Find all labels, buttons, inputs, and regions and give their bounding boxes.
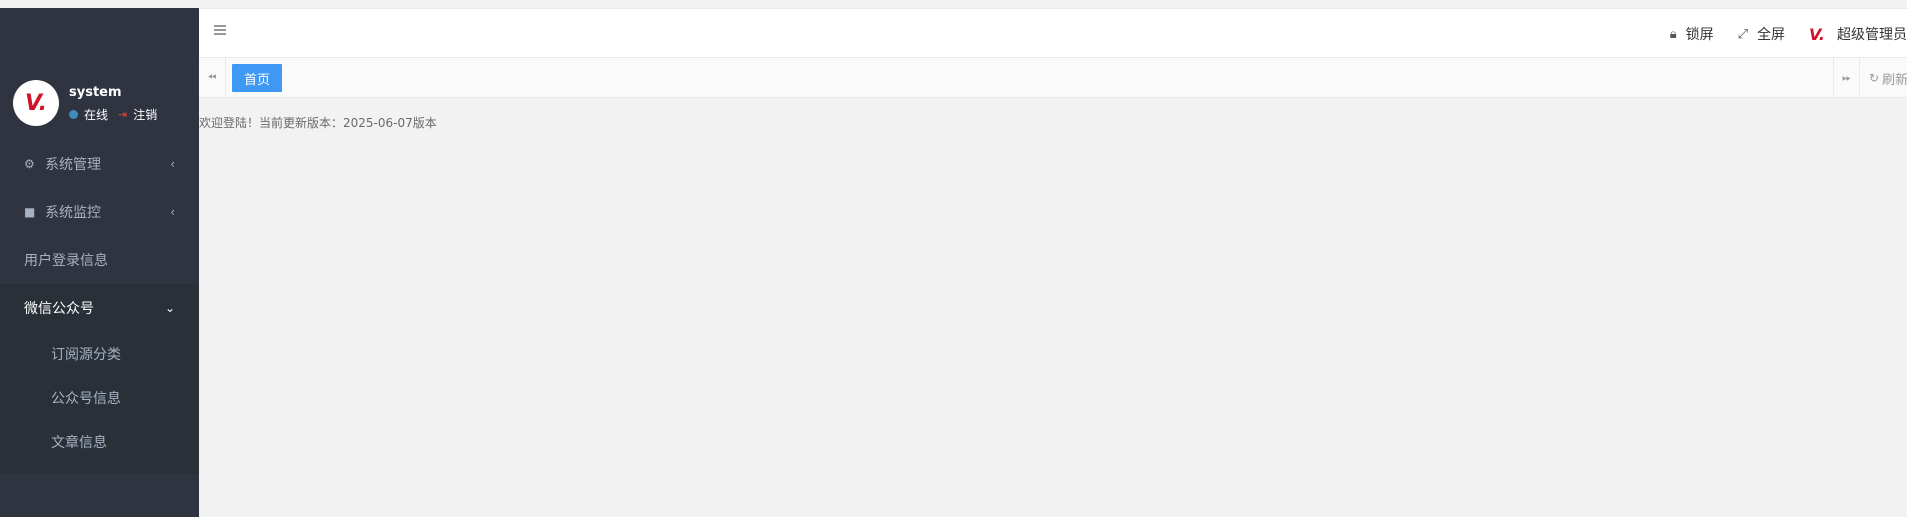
fullscreen-button[interactable]: ⤢ 全屏 (1738, 24, 1785, 44)
submenu-item-account-info[interactable]: 公众号信息 (0, 376, 199, 420)
tab-scroll-left-icon[interactable]: ⏪︎ (199, 58, 226, 98)
user-name: system (69, 85, 122, 100)
fullscreen-label: 全屏 (1757, 27, 1786, 43)
sign-out-icon[interactable]: ⇥ (118, 108, 127, 121)
logout-link[interactable]: 注销 (133, 106, 157, 123)
video-camera-icon: ■ (24, 205, 36, 219)
refresh-label: 刷新 (1882, 72, 1907, 88)
gear-icon: ⚙ (24, 157, 35, 171)
lock-screen-label: 锁屏 (1685, 27, 1714, 43)
chevron-down-icon: ⌄ (164, 301, 175, 315)
lock-icon: 🔒︎ (1669, 26, 1677, 42)
user-dropdown[interactable]: V. 超级管理员 (1809, 24, 1907, 44)
user-panel: V. system 在线 ⇥ 注销 (0, 68, 199, 128)
online-status: 在线 (84, 108, 109, 122)
tab-home[interactable]: 首页 (232, 64, 283, 92)
refresh-icon: ↻ (1869, 71, 1880, 85)
brand-logo: V. (1809, 24, 1825, 44)
user-status: 在线 ⇥ 注销 (69, 106, 157, 123)
sidebar-item-label: 系统监控 (45, 205, 101, 221)
submenu-item-article-info[interactable]: 文章信息 (0, 420, 199, 464)
wechat-submenu: 订阅源分类 公众号信息 文章信息 (0, 332, 199, 474)
tabs-bar: ⏪︎ 首页 ⏩︎ ↻ 刷新 (199, 58, 1907, 98)
welcome-message: 欢迎登陆！当前更新版本：2025-06-07版本 (199, 116, 437, 130)
sidebar-item-login-info[interactable]: 用户登录信息 (0, 236, 199, 284)
sidebar-menu: ⚙ 系统管理 ‹ ■ 系统监控 ‹ 用户登录信息 微信公众号 ⌄ 订阅源分类 公… (0, 140, 199, 474)
sidebar-item-system-monitor[interactable]: ■ 系统监控 ‹ (0, 188, 199, 236)
header-actions: 🔒︎ 锁屏 ⤢ 全屏 V. 超级管理员 (1670, 9, 1907, 59)
online-dot-icon (69, 110, 78, 119)
sidebar: V. system 在线 ⇥ 注销 ⚙ 系统管理 ‹ ■ 系统监控 ‹ 用户登录… (0, 8, 199, 517)
top-header: 🔒︎ 锁屏 ⤢ 全屏 V. 超级管理员 (199, 8, 1907, 58)
chevron-left-icon: ‹ (170, 157, 175, 171)
brand-logo: V. (25, 90, 47, 116)
main-content: 欢迎登陆！当前更新版本：2025-06-07版本 (199, 98, 1907, 517)
expand-icon: ⤢ (1737, 26, 1749, 42)
sidebar-item-system-management[interactable]: ⚙ 系统管理 ‹ (0, 140, 199, 188)
chevron-left-icon: ‹ (170, 205, 175, 219)
sidebar-item-wechat[interactable]: 微信公众号 ⌄ (0, 284, 199, 332)
submenu-item-feed-category[interactable]: 订阅源分类 (0, 332, 199, 376)
lock-screen-button[interactable]: 🔒︎ 锁屏 (1670, 24, 1714, 44)
sidebar-item-label: 微信公众号 (24, 301, 94, 317)
sidebar-item-label: 用户登录信息 (24, 253, 108, 269)
tab-scroll-right-icon[interactable]: ⏩︎ (1833, 58, 1860, 98)
menu-toggle-icon[interactable] (214, 25, 226, 35)
sidebar-item-label: 系统管理 (45, 157, 101, 173)
admin-label: 超级管理员 (1837, 27, 1907, 43)
refresh-button[interactable]: ↻ 刷新 (1860, 58, 1907, 98)
avatar[interactable]: V. (13, 80, 59, 126)
